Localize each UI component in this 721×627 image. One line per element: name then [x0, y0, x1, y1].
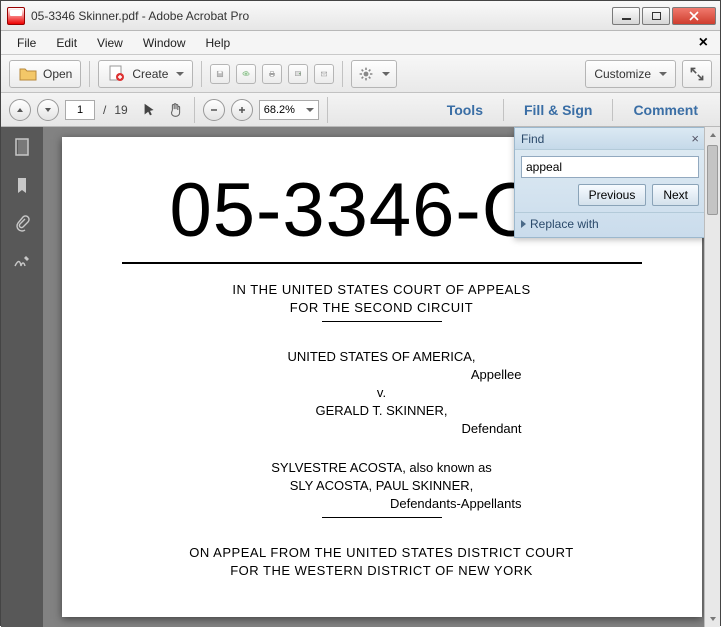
separator	[201, 61, 202, 87]
chevron-down-icon	[176, 72, 184, 76]
minimize-button[interactable]	[612, 7, 640, 25]
separator	[327, 97, 328, 123]
thumbnails-icon[interactable]	[12, 137, 32, 157]
zoom-out-button[interactable]	[203, 99, 225, 121]
versus: v.	[122, 385, 642, 400]
chevron-down-icon	[382, 72, 390, 76]
page-separator: /	[101, 103, 108, 117]
customize-label: Customize	[594, 67, 651, 81]
open-label: Open	[43, 67, 72, 81]
chevron-down-icon	[306, 108, 314, 112]
page-down-button[interactable]	[37, 99, 59, 121]
email-button[interactable]	[314, 64, 334, 84]
cloud-upload-button[interactable]	[236, 64, 256, 84]
court-line-2: FOR THE SECOND CIRCUIT	[122, 300, 642, 315]
fill-sign-panel-button[interactable]: Fill & Sign	[510, 96, 606, 124]
signatures-icon[interactable]	[12, 251, 32, 271]
hand-tool-button[interactable]	[166, 100, 186, 120]
comment-panel-button[interactable]: Comment	[619, 96, 712, 124]
page-up-button[interactable]	[9, 99, 31, 121]
create-button[interactable]: Create	[98, 60, 193, 88]
save-button[interactable]	[210, 64, 230, 84]
party-usa: UNITED STATES OF AMERICA,	[122, 349, 642, 364]
tools-panel-button[interactable]: Tools	[433, 96, 497, 124]
separator	[89, 61, 90, 87]
open-button[interactable]: Open	[9, 60, 81, 88]
court-line-1: IN THE UNITED STATES COURT OF APPEALS	[122, 282, 642, 297]
customize-button[interactable]: Customize	[585, 60, 676, 88]
acrobat-app-icon	[7, 7, 25, 25]
party-acosta-2: SLY ACOSTA, PAUL SKINNER,	[122, 478, 642, 493]
expand-triangle-icon	[521, 220, 526, 228]
party-skinner: GERALD T. SKINNER,	[122, 403, 642, 418]
maximize-button[interactable]	[642, 7, 670, 25]
find-title: Find	[521, 132, 691, 146]
scroll-thumb[interactable]	[707, 145, 718, 215]
zoom-value: 68.2%	[264, 104, 295, 116]
create-label: Create	[132, 67, 168, 81]
current-page-input[interactable]	[65, 100, 95, 120]
scroll-down-arrow[interactable]	[705, 611, 720, 627]
separator	[342, 61, 343, 87]
replace-with-label: Replace with	[530, 217, 599, 231]
menu-window[interactable]: Window	[133, 33, 196, 53]
fullscreen-button[interactable]	[682, 60, 712, 88]
main-toolbar: Open Create Customize	[1, 55, 720, 93]
find-close-button[interactable]: ×	[691, 131, 699, 146]
separator	[503, 99, 504, 121]
find-previous-button[interactable]: Previous	[578, 184, 647, 206]
menu-edit[interactable]: Edit	[46, 33, 87, 53]
replace-with-toggle[interactable]: Replace with	[515, 212, 705, 237]
scroll-up-arrow[interactable]	[705, 127, 720, 143]
share-button[interactable]	[288, 64, 308, 84]
navigation-toolbar: / 19 68.2% Tools Fill & Sign Comment	[1, 93, 720, 127]
window-title: 05-3346 Skinner.pdf - Adobe Acrobat Pro	[31, 9, 612, 23]
appeal-line-2: FOR THE WESTERN DISTRICT OF NEW YORK	[122, 563, 642, 578]
close-window-button[interactable]	[672, 7, 716, 25]
work-area: 05-3346-CR IN THE UNITED STATES COURT OF…	[1, 127, 720, 627]
navigation-pane	[1, 127, 43, 627]
attachments-icon[interactable]	[12, 213, 32, 233]
find-input[interactable]	[521, 156, 699, 178]
role-defendant: Defendant	[122, 421, 642, 436]
find-next-button[interactable]: Next	[652, 184, 699, 206]
separator	[194, 97, 195, 123]
menu-file[interactable]: File	[7, 33, 46, 53]
total-pages: 19	[114, 103, 127, 117]
bookmarks-icon[interactable]	[12, 175, 32, 195]
menu-bar: File Edit View Window Help ×	[1, 31, 720, 55]
document-area[interactable]: 05-3346-CR IN THE UNITED STATES COURT OF…	[43, 127, 720, 627]
appeal-line-1: ON APPEAL FROM THE UNITED STATES DISTRIC…	[122, 545, 642, 560]
folder-open-icon	[18, 64, 38, 84]
settings-button[interactable]	[351, 60, 397, 88]
menu-help[interactable]: Help	[196, 33, 241, 53]
zoom-in-button[interactable]	[231, 99, 253, 121]
menu-view[interactable]: View	[87, 33, 133, 53]
role-defendants-appellants: Defendants-Appellants	[122, 496, 642, 511]
role-appellee: Appellee	[122, 367, 642, 382]
title-bar: 05-3346 Skinner.pdf - Adobe Acrobat Pro	[1, 1, 720, 31]
chevron-down-icon	[659, 72, 667, 76]
print-button[interactable]	[262, 64, 282, 84]
document-close-button[interactable]: ×	[693, 34, 714, 52]
separator	[612, 99, 613, 121]
find-panel: Find × Previous Next Replace with	[514, 127, 706, 238]
select-tool-button[interactable]	[140, 100, 160, 120]
party-acosta-1: SYLVESTRE ACOSTA, also known as	[122, 460, 642, 475]
create-pdf-icon	[107, 64, 127, 84]
zoom-level-select[interactable]: 68.2%	[259, 100, 319, 120]
vertical-scrollbar[interactable]	[704, 127, 720, 627]
